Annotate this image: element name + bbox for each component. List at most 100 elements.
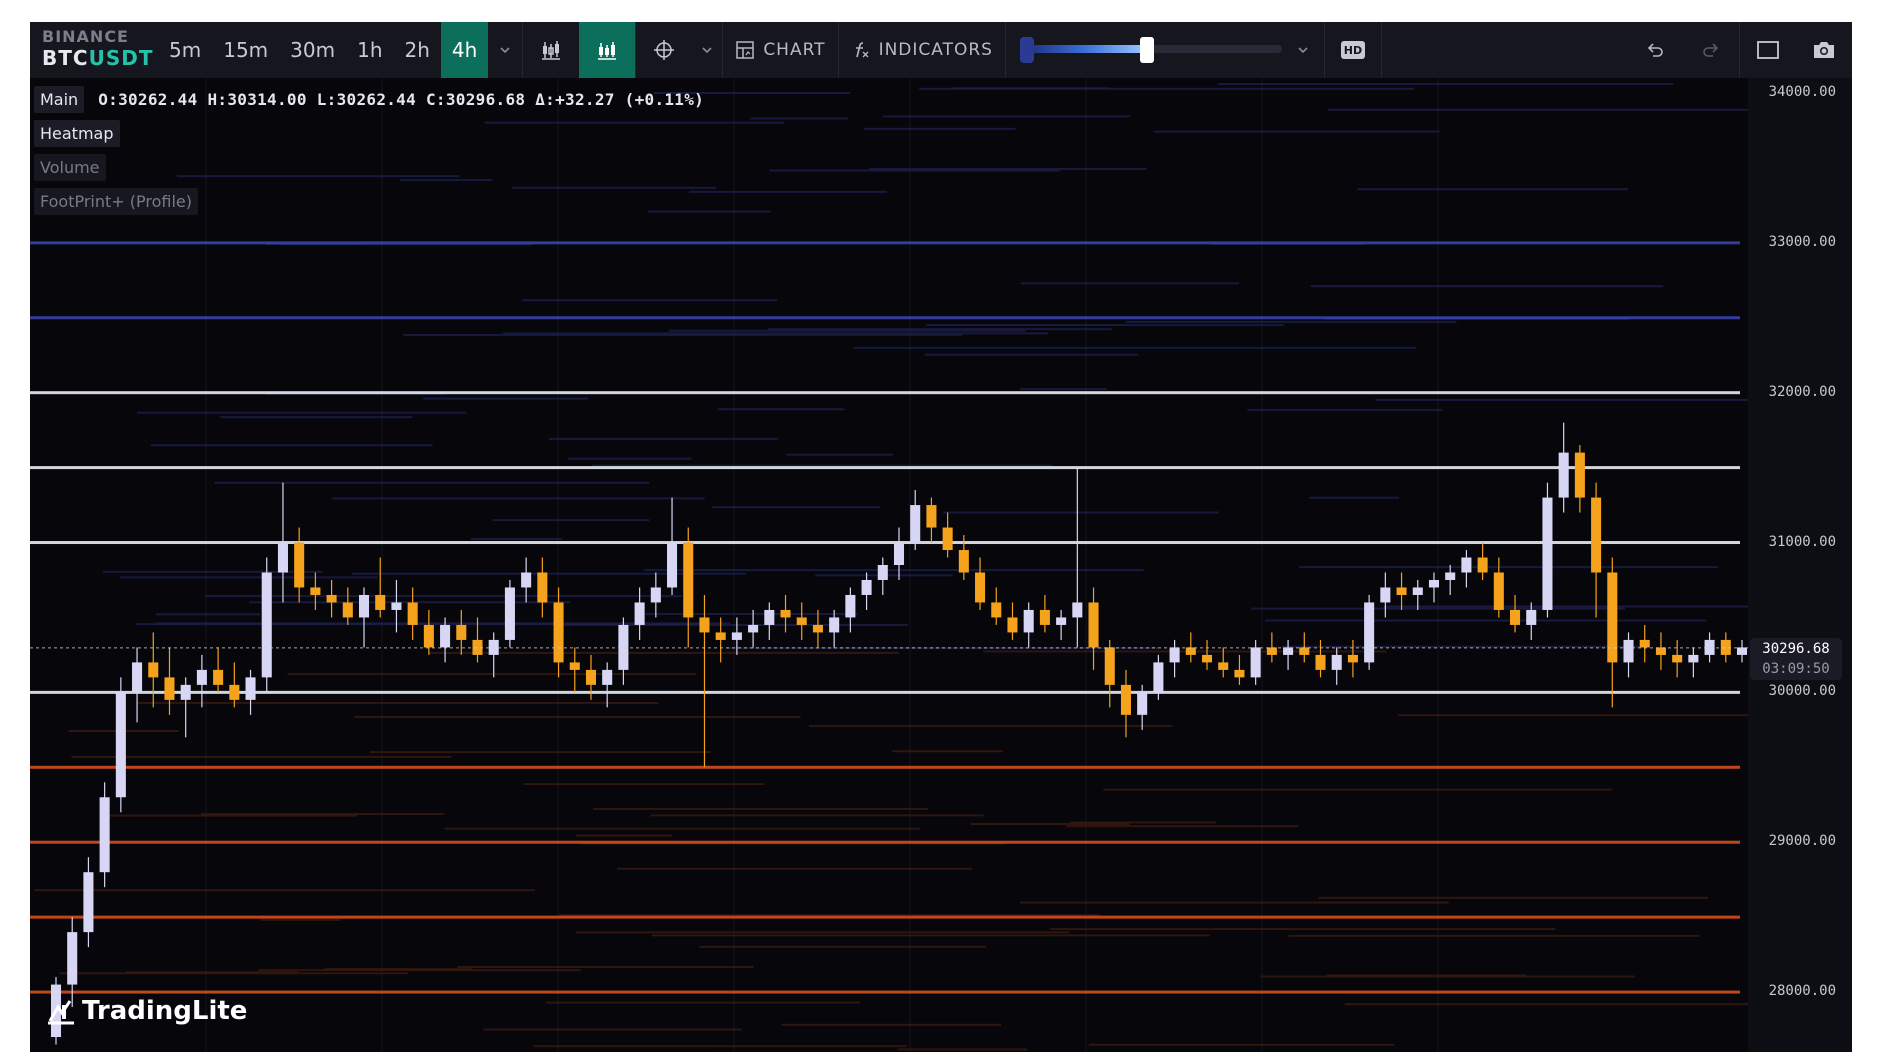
chevron-down-icon [500, 47, 510, 54]
current-price-tag: 30296.68 03:09:50 [1750, 637, 1842, 680]
current-price-value: 30296.68 [1762, 640, 1830, 657]
candle-body [1736, 647, 1748, 655]
heatmap-cell [324, 968, 472, 971]
price-tick-label: 32000.00 [1768, 383, 1836, 400]
heatmap-cell [1020, 388, 1107, 391]
heatmap-cell [200, 813, 444, 816]
timeframe-button-1h[interactable]: 1h [346, 22, 393, 78]
heatmap-level [30, 765, 1740, 769]
candle-body [569, 662, 580, 670]
candle-body [1299, 647, 1310, 655]
fullscreen-icon [1757, 41, 1779, 59]
price-axis[interactable]: 28000.00 29000.00 30000.00 31000.00 32000.00… [1748, 78, 1852, 1052]
candle-body [748, 624, 759, 633]
candle-body [196, 669, 207, 685]
screenshot-button[interactable] [1796, 22, 1852, 78]
candle-body [358, 594, 370, 618]
heatmap-cell [533, 1045, 907, 1048]
candle-style-button[interactable] [523, 22, 579, 78]
candle-body [1672, 654, 1683, 663]
heatmap-level [30, 915, 1740, 919]
timeframe-dropdown-button[interactable] [488, 22, 522, 78]
fullscreen-button[interactable] [1740, 22, 1796, 78]
heatmap-cell [423, 397, 589, 400]
candle-body [521, 572, 532, 588]
candle-body [1558, 452, 1569, 498]
candle-body [1039, 609, 1050, 625]
heatmap-cell [712, 506, 881, 509]
heatmap-cell [576, 834, 673, 837]
heatmap-cell [768, 328, 1112, 331]
candle-body [1234, 669, 1245, 678]
chart-area[interactable]: 28000.00 29000.00 30000.00 31000.00 32000.00… [30, 78, 1852, 1052]
indicators-button-label: INDICATORS [878, 40, 993, 60]
heatmap-style-button[interactable] [579, 22, 636, 78]
candle-body [342, 602, 353, 618]
heatmap-cell [1310, 285, 1664, 288]
layer-volume[interactable]: Volume [34, 153, 106, 181]
layer-footprint[interactable]: FootPrint+ (Profile) [34, 187, 199, 215]
candle-body [634, 602, 645, 625]
heatmap-intensity-slider[interactable] [1019, 22, 1282, 78]
intensity-dropdown[interactable] [1282, 22, 1324, 78]
heatmap-cell [616, 867, 973, 870]
heatmap-cell [750, 117, 848, 120]
candle-body [1591, 497, 1602, 573]
chart-settings-button[interactable]: CHART [723, 22, 837, 78]
timeframe-button-4h[interactable]: 4h [440, 22, 489, 78]
timeframe-button-15m[interactable]: 15m [212, 22, 279, 78]
redo-button[interactable] [1683, 22, 1739, 78]
timeframe-button-5m[interactable]: 5m [158, 22, 212, 78]
candle-body [1477, 557, 1488, 573]
heatmap-cell [699, 945, 987, 948]
legend-main-label[interactable]: Main [34, 85, 85, 113]
price-tick-label: 29000.00 [1768, 833, 1836, 850]
heatmap-level [30, 241, 1740, 245]
pair-quote: USDT [88, 46, 154, 70]
heatmap-cell [952, 87, 1110, 90]
undo-button[interactable] [1627, 22, 1683, 78]
indicators-button[interactable]: INDICATORS [839, 22, 1005, 78]
heatmap-cell [1357, 188, 1629, 191]
symbol-selector[interactable]: BINANCE BTCUSDT [30, 22, 158, 78]
drawing-tools-dropdown[interactable] [692, 22, 722, 78]
timeframe-button-30m[interactable]: 30m [279, 22, 346, 78]
heatmap-chart[interactable] [30, 78, 1748, 1052]
toolbar-divider [1004, 22, 1006, 78]
candle-body [926, 505, 937, 528]
candle-body [229, 684, 240, 700]
legend-layer-row: Heatmap [34, 116, 704, 150]
heatmap-cell [102, 570, 323, 573]
candle-body [1201, 654, 1213, 663]
heatmap-cell [492, 519, 650, 522]
slider-max-handle[interactable] [1139, 37, 1154, 63]
heatmap-cell [1217, 83, 1674, 86]
hd-toggle-button[interactable]: HD [1325, 22, 1381, 78]
candle-body [326, 594, 337, 603]
candle-body [731, 632, 742, 640]
heatmap-cell [1309, 496, 1399, 499]
heatmap-cell [1265, 619, 1707, 622]
heatmap-cell [137, 411, 467, 414]
timeframe-group: 5m 15m 30m 1h 2h 4h [158, 22, 489, 78]
heatmap-cell [287, 673, 697, 676]
candle-body [1639, 639, 1650, 648]
heatmap-cell [868, 167, 1147, 170]
heatmap-cell [71, 755, 452, 758]
heatmap-cell [809, 725, 1173, 728]
heatmap-cell [546, 1001, 861, 1004]
heatmap-cell [125, 971, 299, 974]
logo-text: TradingLite [82, 996, 248, 1026]
candle-body [602, 669, 613, 685]
toolbar: BINANCE BTCUSDT 5m 15m 30m 1h 2h 4h CHART IN [30, 22, 1852, 78]
heatmap-cell [592, 807, 928, 810]
timeframe-button-2h[interactable]: 2h [394, 22, 441, 78]
heatmap-cell [1088, 1043, 1395, 1046]
candle-body [861, 579, 872, 595]
candle-body [991, 602, 1002, 618]
drawing-tools-button[interactable] [636, 22, 692, 78]
slider-min-handle[interactable] [1019, 37, 1034, 63]
candle-body [1072, 602, 1083, 618]
heatmap-cell [1103, 788, 1613, 791]
layer-heatmap[interactable]: Heatmap [34, 119, 120, 147]
